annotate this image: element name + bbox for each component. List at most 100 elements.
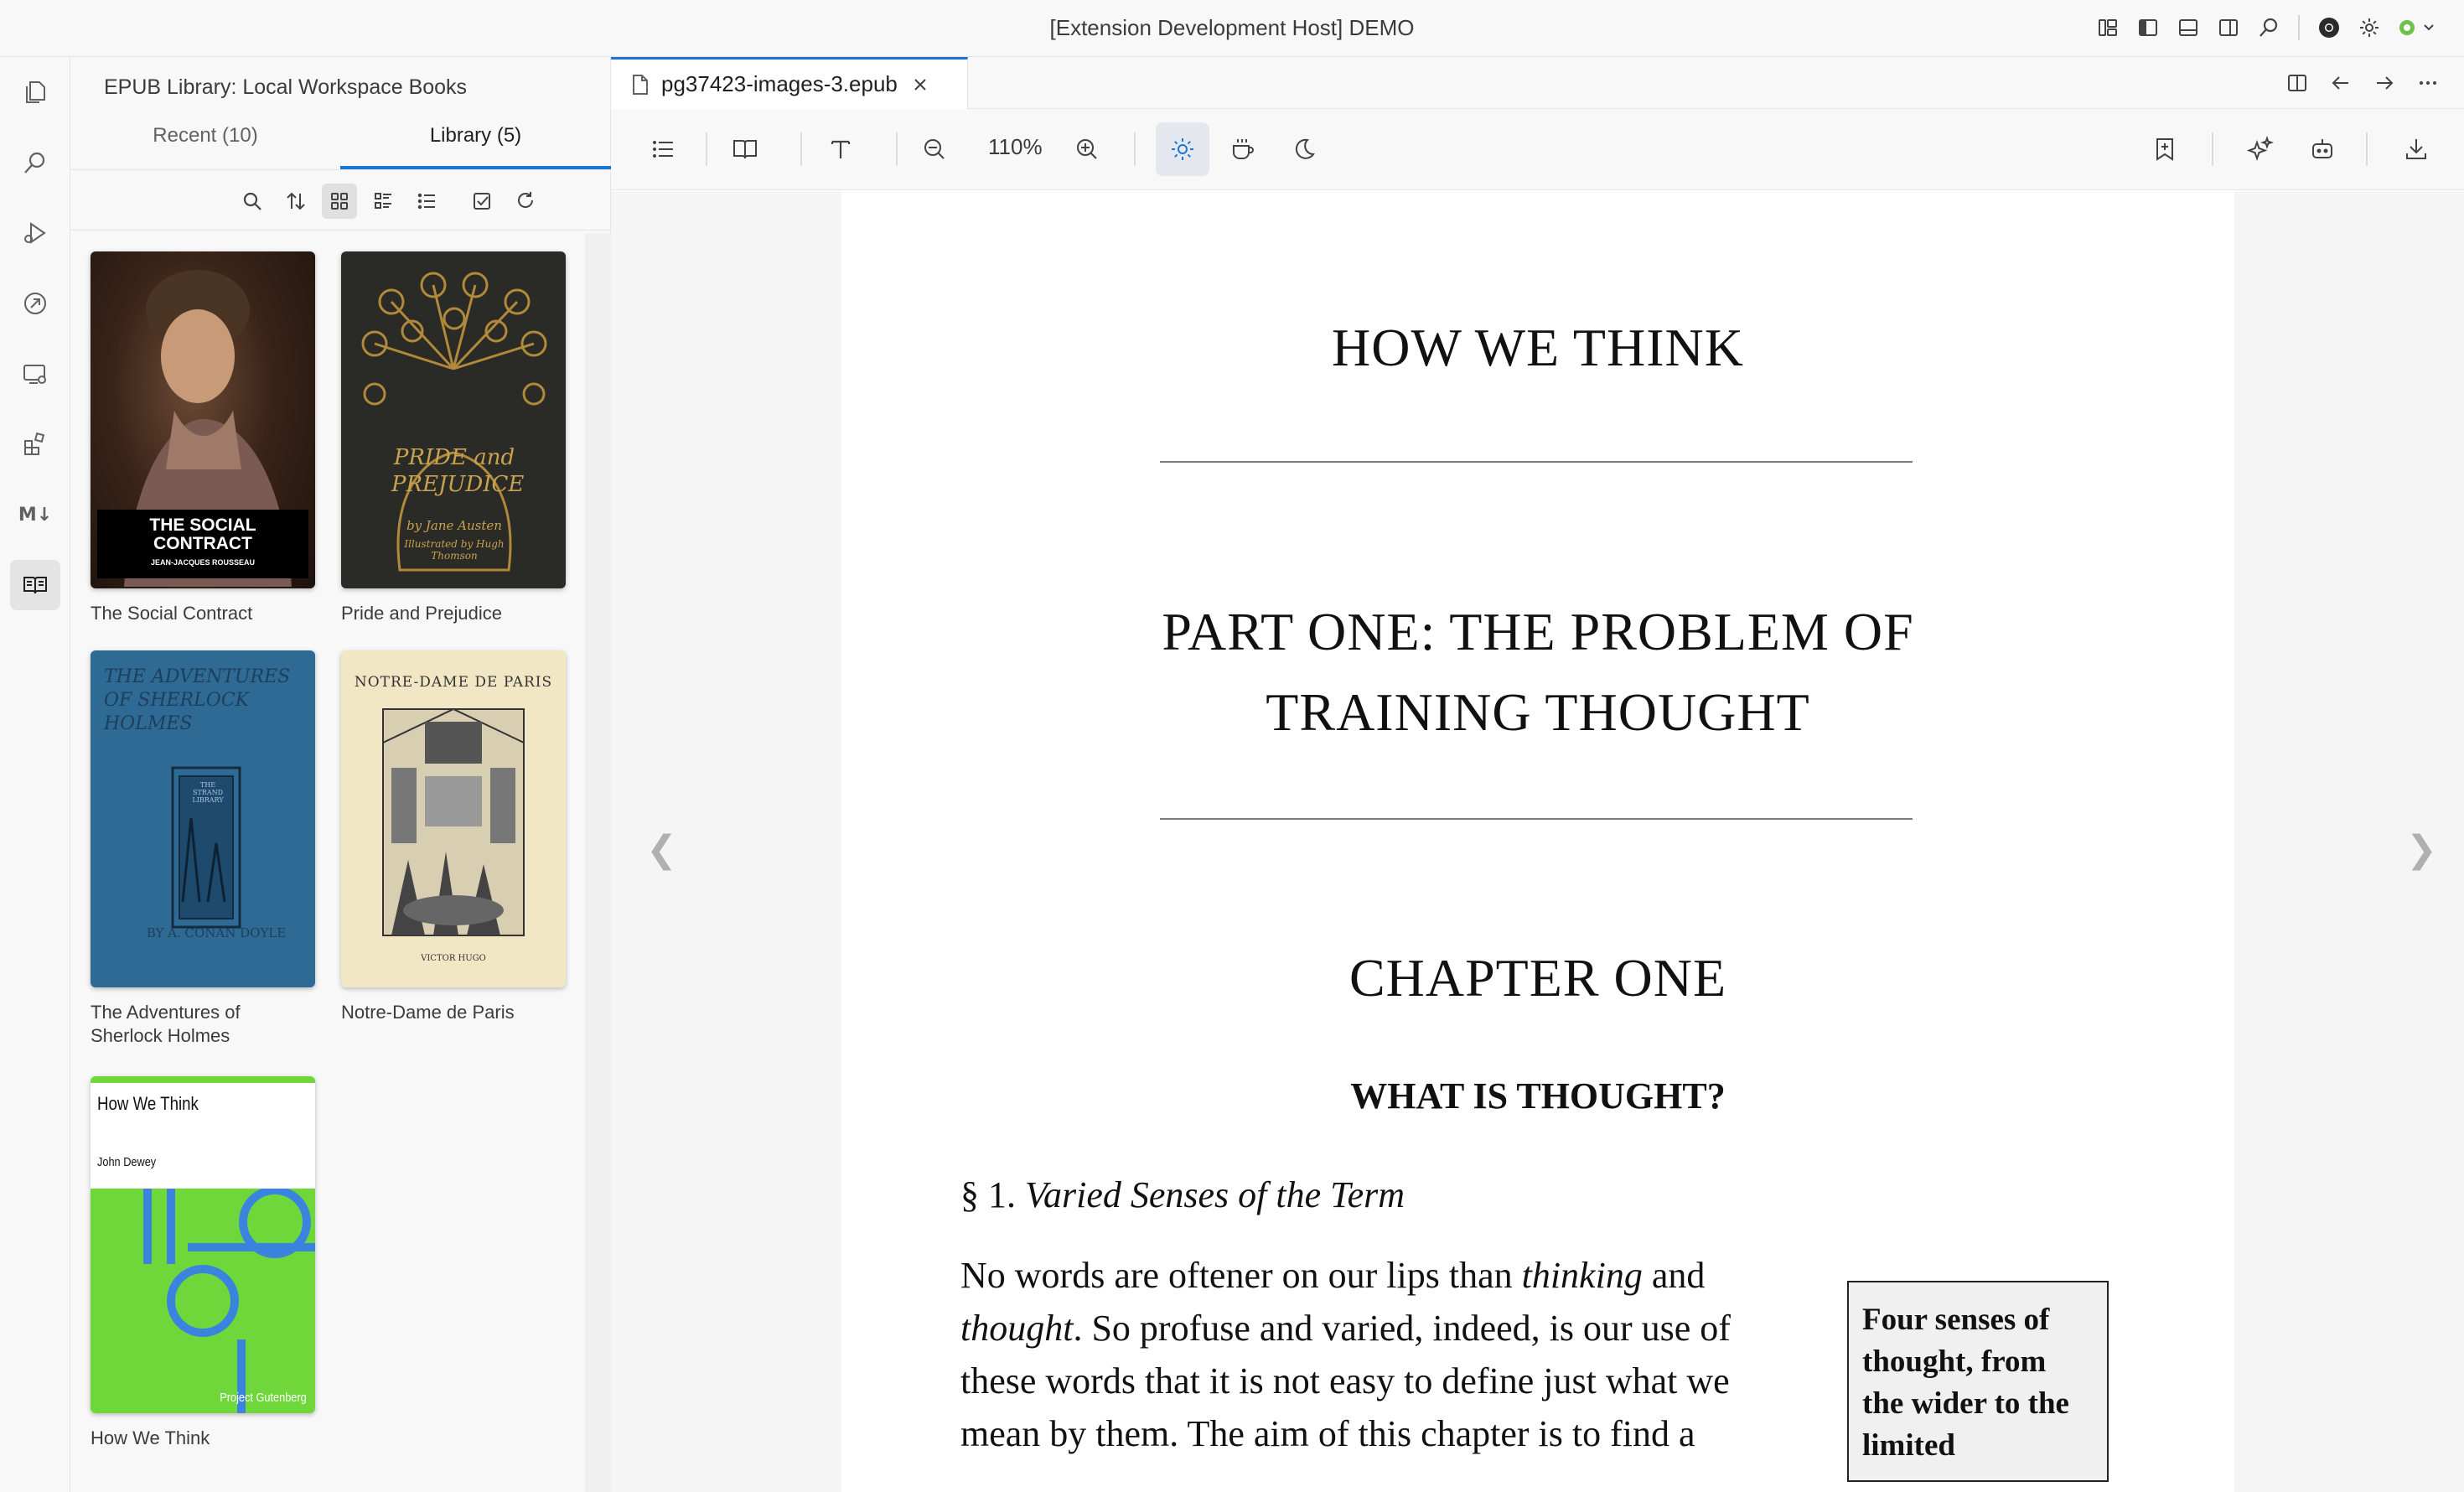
dark-theme-icon[interactable] <box>1283 129 1323 169</box>
activity-bar: M↓ <box>0 57 70 1492</box>
font-settings-icon[interactable] <box>820 129 861 169</box>
para-text: mean by them. The aim of this chapter is… <box>960 1413 1695 1454</box>
book-title: Pride and Prejudice <box>341 603 503 624</box>
markdown-label: M↓ <box>18 504 53 526</box>
toolbar-separator <box>1134 132 1136 166</box>
table-of-contents-icon[interactable] <box>643 129 683 169</box>
book-card-how-we-think[interactable]: How We Think John Dewey Project Gutenber… <box>91 1076 315 1450</box>
toolbar-separator <box>2212 132 2213 166</box>
gear-icon[interactable] <box>2353 12 2385 44</box>
toggle-primary-sidebar-icon[interactable] <box>2132 12 2164 44</box>
book-title-heading: HOW WE THINK <box>1332 318 1744 377</box>
remote-explorer-icon[interactable] <box>10 278 60 329</box>
split-editor-icon[interactable] <box>2281 67 2313 99</box>
cover-publisher: Project Gutenberg <box>220 1391 307 1405</box>
remote-desktop-icon[interactable] <box>10 349 60 399</box>
tab-recent[interactable]: Recent (10) <box>70 62 340 166</box>
more-actions-icon[interactable] <box>2412 67 2444 99</box>
titlebar-actions <box>2092 12 2441 44</box>
para-emphasis: thinking <box>1521 1255 1643 1296</box>
search-books-icon[interactable] <box>235 184 270 219</box>
sort-icon[interactable] <box>278 184 313 219</box>
assistant-robot-icon[interactable] <box>2302 129 2342 169</box>
list-view-icon[interactable] <box>409 184 444 219</box>
toggle-secondary-sidebar-icon[interactable] <box>2213 12 2244 44</box>
book-view-icon[interactable] <box>725 129 765 169</box>
grid-view-icon[interactable] <box>322 184 357 219</box>
part-heading-line2: TRAINING THOUGHT <box>1266 682 1810 742</box>
toggle-panel-icon[interactable] <box>2172 12 2204 44</box>
section-title: Varied Senses of the Term <box>1025 1174 1405 1215</box>
accounts-icon[interactable] <box>2394 12 2441 44</box>
section-number: § 1. <box>960 1174 1016 1215</box>
book-page: HOW WE THINK PART ONE: THE PROBLEM OF TR… <box>841 191 2234 1492</box>
para-text: these words that it is not easy to defin… <box>960 1360 1730 1401</box>
book-card-pride-and-prejudice[interactable]: PRIDE and PREJUDICE by Jane Austen Illus… <box>341 251 566 625</box>
next-page-arrow[interactable]: ❯ <box>2406 828 2437 871</box>
book-title: Notre-Dame de Paris <box>341 1002 515 1023</box>
zoom-out-icon[interactable] <box>914 129 955 169</box>
para-text: . So profuse and varied, indeed, is our … <box>1073 1308 1731 1349</box>
run-and-debug-icon[interactable] <box>10 208 60 258</box>
cover-author: VICTOR HUGO <box>421 954 486 963</box>
ai-sparkle-icon[interactable] <box>2240 129 2280 169</box>
library-toolbar <box>70 170 611 231</box>
toolbar-separator <box>706 132 707 166</box>
tab-library-label: Library (5) <box>429 124 522 147</box>
cover-author: JEAN-JACQUES ROUSSEAU <box>150 558 256 567</box>
book-card-social-contract[interactable]: THE SOCIAL CONTRACT JEAN-JACQUES ROUSSEA… <box>91 251 315 625</box>
tab-filename: pg37423-images-3.epub <box>661 71 898 96</box>
cover-title: How We Think <box>97 1093 199 1114</box>
refresh-icon[interactable] <box>508 184 543 219</box>
previous-page-arrow[interactable]: ❮ <box>646 828 677 871</box>
horizontal-rule <box>1160 818 1913 820</box>
part-heading: PART ONE: THE PROBLEM OF TRAINING THOUGH… <box>841 592 2234 753</box>
tab-recent-label: Recent (10) <box>153 124 258 147</box>
chapter-heading: CHAPTER ONE <box>1348 948 1727 1008</box>
explorer-icon[interactable] <box>10 67 60 117</box>
margin-sidenote: Four senses of thought, from the wider t… <box>1847 1281 2109 1482</box>
para-text: and <box>1642 1255 1706 1296</box>
go-back-icon[interactable] <box>2325 67 2357 99</box>
cover-illustrator: Illustrated by Hugh Thomson <box>404 538 505 562</box>
editor-tab-bar: pg37423-images-3.epub <box>611 57 2464 109</box>
cover-badge: THE STRAND LIBRARY <box>192 781 224 804</box>
epub-library-icon[interactable] <box>10 560 60 610</box>
add-bookmark-icon[interactable] <box>2145 129 2185 169</box>
download-icon[interactable] <box>2396 129 2436 169</box>
extensions-icon[interactable] <box>10 419 60 469</box>
sepia-theme-icon[interactable] <box>1223 129 1263 169</box>
book-cover[interactable]: PRIDE and PREJUDICE by Jane Austen Illus… <box>341 251 566 588</box>
close-icon[interactable] <box>911 75 929 94</box>
editor-tab[interactable]: pg37423-images-3.epub <box>611 57 968 109</box>
editor-actions <box>2281 67 2444 99</box>
book-title: How We Think <box>91 1427 210 1448</box>
select-mode-icon[interactable] <box>464 184 500 219</box>
toolbar-separator <box>2366 132 2368 166</box>
zoom-level: 110% <box>988 134 1043 159</box>
book-card-sherlock-holmes[interactable]: THE ADVENTURES OF SHERLOCK HOLMES THE ST… <box>91 650 315 1048</box>
book-cover[interactable]: THE SOCIAL CONTRACT JEAN-JACQUES ROUSSEA… <box>91 251 315 588</box>
search-view-icon[interactable] <box>10 137 60 188</box>
file-icon <box>631 74 650 96</box>
search-icon[interactable] <box>2253 12 2285 44</box>
detail-view-icon[interactable] <box>365 184 401 219</box>
toolbar-separator <box>800 132 802 166</box>
sidebar-scrollbar[interactable] <box>585 233 611 1492</box>
book-cover[interactable]: How We Think John Dewey Project Gutenber… <box>91 1076 315 1413</box>
markdown-icon[interactable]: M↓ <box>10 490 60 540</box>
zoom-in-icon[interactable] <box>1067 129 1107 169</box>
titlebar-separator <box>2298 15 2300 40</box>
horizontal-rule <box>1160 461 1913 463</box>
book-title: The Adventures of Sherlock Holmes <box>91 1002 241 1046</box>
chrome-icon[interactable] <box>2313 12 2345 44</box>
body-paragraph: No words are oftener on our lips than th… <box>960 1249 1840 1460</box>
book-cover[interactable]: NOTRE-DAME DE PARIS VICTOR HUGO <box>341 650 566 987</box>
book-cover[interactable]: THE ADVENTURES OF SHERLOCK HOLMES THE ST… <box>91 650 315 987</box>
light-theme-icon[interactable] <box>1156 122 1209 176</box>
cover-subtitle: by Jane Austen <box>406 518 502 533</box>
customize-layout-icon[interactable] <box>2092 12 2124 44</box>
book-card-notre-dame[interactable]: NOTRE-DAME DE PARIS VICTOR HUGO Notre-Da… <box>341 650 566 1024</box>
tab-library[interactable]: Library (5) <box>340 62 611 169</box>
go-forward-icon[interactable] <box>2368 67 2400 99</box>
